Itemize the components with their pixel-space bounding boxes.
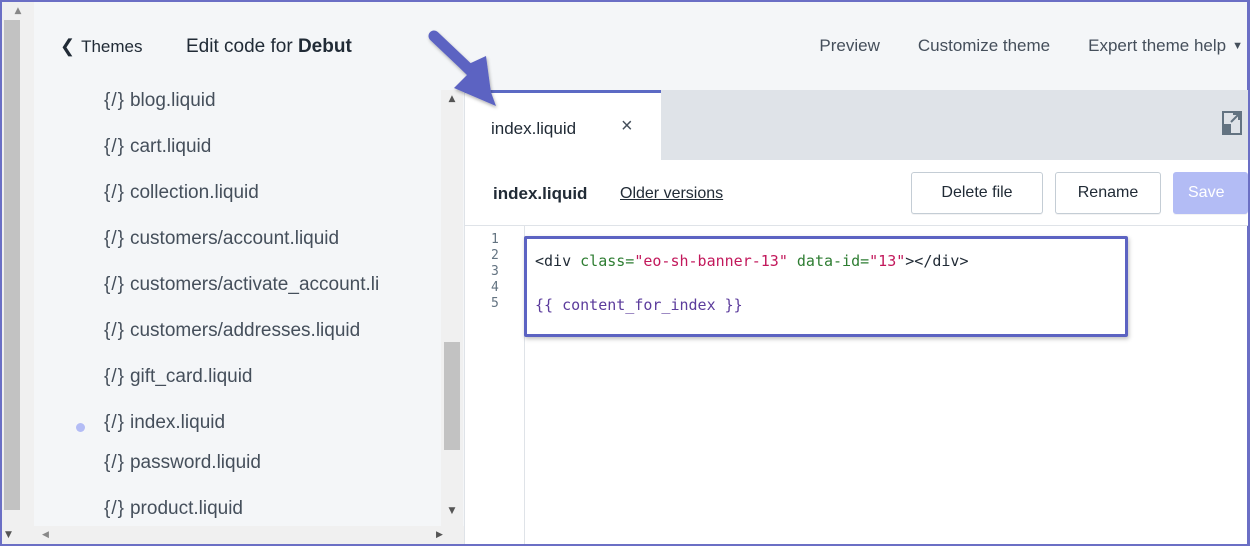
- close-icon[interactable]: ×: [621, 115, 633, 138]
- line-number: 2: [491, 248, 499, 263]
- customize-theme-link[interactable]: Customize theme: [918, 36, 1050, 56]
- file-toolbar: index.liquid Older versions Delete file …: [465, 160, 1248, 226]
- scroll-right-arrow-icon[interactable]: ▶: [436, 526, 443, 544]
- annotation-highlight-box: [524, 236, 1128, 337]
- liquid-file-icon: {/}: [104, 366, 125, 387]
- file-item-password[interactable]: {/} password.liquid: [104, 452, 261, 474]
- chevron-left-icon: ❮: [60, 36, 76, 56]
- liquid-file-icon: {/}: [104, 452, 125, 473]
- themes-back-link[interactable]: ❮ Themes: [60, 36, 143, 57]
- liquid-file-icon: {/}: [104, 274, 125, 295]
- file-item-product[interactable]: {/} product.liquid: [104, 498, 243, 520]
- file-item-label: gift_card.liquid: [129, 366, 253, 387]
- page-scrollbar-thumb[interactable]: [4, 20, 20, 510]
- expand-icon[interactable]: [1221, 110, 1243, 136]
- save-button[interactable]: Save: [1173, 172, 1248, 214]
- liquid-file-icon: {/}: [104, 90, 125, 111]
- file-item-label: customers/activate_account.li: [129, 274, 380, 295]
- page-title: Edit code for Debut: [186, 36, 352, 58]
- older-versions-link[interactable]: Older versions: [620, 185, 723, 203]
- rename-button[interactable]: Rename: [1055, 172, 1161, 214]
- scroll-down-arrow-icon[interactable]: ▼: [441, 502, 463, 520]
- file-item-label: customers/account.liquid: [129, 228, 340, 249]
- delete-file-button[interactable]: Delete file: [911, 172, 1043, 214]
- liquid-file-icon: {/}: [104, 136, 125, 157]
- file-item-label: password.liquid: [129, 452, 261, 473]
- preview-link[interactable]: Preview: [819, 36, 879, 56]
- file-item-blog[interactable]: {/} blog.liquid: [104, 90, 216, 112]
- line-number-gutter: 1 2 3 4 5: [465, 226, 525, 544]
- page-title-prefix: Edit code for: [186, 36, 293, 57]
- file-item-label: collection.liquid: [129, 182, 259, 203]
- file-item-index[interactable]: {/} index.liquid: [104, 412, 225, 434]
- line-number: 4: [491, 280, 499, 295]
- file-item-customers-addresses[interactable]: {/} customers/addresses.liquid: [104, 320, 360, 342]
- line-number: 5: [491, 296, 499, 311]
- expert-help-dropdown[interactable]: Expert theme help ▼: [1088, 36, 1243, 56]
- annotation-arrow: [428, 30, 496, 106]
- chevron-down-icon: ▼: [1232, 40, 1243, 52]
- file-item-label: blog.liquid: [129, 90, 216, 111]
- page-scrollbar[interactable]: ▲ ▼: [2, 2, 34, 544]
- liquid-file-icon: {/}: [104, 498, 125, 519]
- liquid-file-icon: {/}: [104, 320, 125, 341]
- editor-tab-strip: index.liquid ×: [465, 90, 1248, 160]
- file-sidebar: {/} blog.liquid {/} cart.liquid {/} collect…: [34, 90, 464, 544]
- scroll-up-arrow-icon[interactable]: ▲: [2, 2, 34, 20]
- liquid-file-icon: {/}: [104, 228, 125, 249]
- scroll-left-arrow-icon[interactable]: ◀: [42, 526, 49, 544]
- current-file-name: index.liquid: [493, 184, 588, 203]
- file-item-customers-activate-account[interactable]: {/} customers/activate_account.li: [104, 274, 379, 296]
- theme-name: Debut: [297, 36, 352, 57]
- file-item-customers-account[interactable]: {/} customers/account.liquid: [104, 228, 339, 250]
- file-item-collection[interactable]: {/} collection.liquid: [104, 182, 259, 204]
- line-number: 1: [491, 232, 499, 247]
- file-item-label: product.liquid: [129, 498, 244, 519]
- header-actions: Preview Customize theme Expert theme hel…: [819, 36, 1243, 56]
- liquid-file-icon: {/}: [104, 182, 125, 203]
- expert-help-label: Expert theme help: [1088, 36, 1227, 55]
- file-item-cart[interactable]: {/} cart.liquid: [104, 136, 211, 158]
- liquid-file-icon: {/}: [104, 412, 125, 433]
- sidebar-horizontal-scrollbar[interactable]: ◀ ▶: [34, 526, 464, 544]
- file-item-gift-card[interactable]: {/} gift_card.liquid: [104, 366, 253, 388]
- active-file-dot: [76, 423, 85, 432]
- file-item-label: customers/addresses.liquid: [129, 320, 361, 341]
- line-number: 3: [491, 264, 499, 279]
- themes-back-label: Themes: [81, 37, 143, 56]
- top-header: ❮ Themes Edit code for Debut Preview Cust…: [34, 2, 1247, 90]
- sidebar-scrollbar[interactable]: ▲ ▼: [441, 90, 463, 544]
- scroll-down-arrow-icon[interactable]: ▼: [2, 526, 34, 544]
- sidebar-scrollbar-thumb[interactable]: [444, 342, 460, 450]
- file-item-label: index.liquid: [129, 412, 226, 433]
- file-item-label: cart.liquid: [129, 136, 212, 157]
